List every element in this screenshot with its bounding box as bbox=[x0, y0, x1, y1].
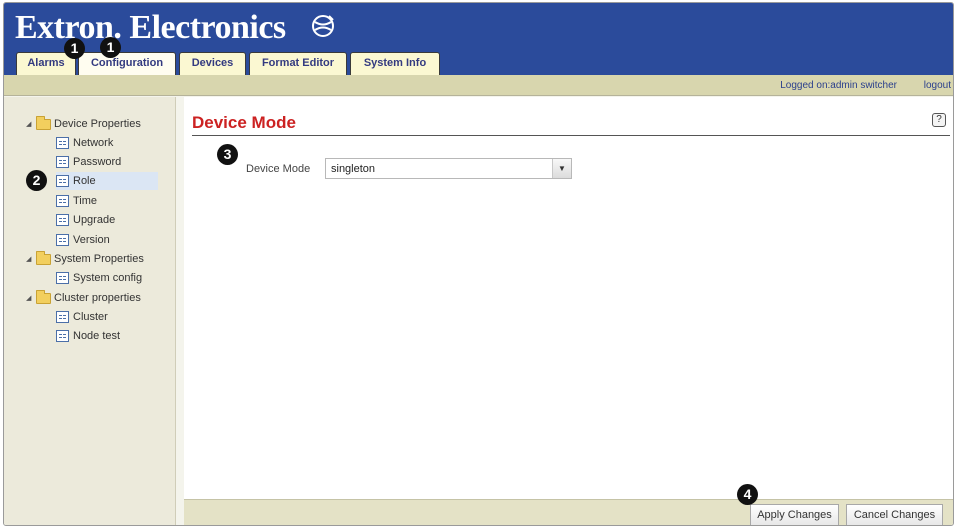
header: Extron. Electronics Alarms Configuration… bbox=[4, 3, 953, 75]
tree-item-label: Network bbox=[73, 137, 114, 149]
tree-item-label: Password bbox=[73, 156, 122, 168]
logout-link[interactable]: logout bbox=[924, 80, 951, 91]
status-bar: Logged on:admin switcher logout bbox=[4, 75, 953, 96]
help-icon[interactable]: ? bbox=[932, 113, 946, 127]
tree-item-network[interactable]: Network bbox=[56, 134, 113, 152]
tree-item-role[interactable]: Role bbox=[56, 172, 158, 190]
expand-arrow-icon[interactable]: ◢ bbox=[26, 120, 34, 128]
sidebar-tree: ◢ Device Properties Network Password Rol… bbox=[4, 97, 176, 525]
tree-item-label: Node test bbox=[73, 330, 121, 342]
tree-group-label: Device Properties bbox=[54, 118, 141, 130]
callout-badge-2: 2 bbox=[26, 170, 47, 191]
tree-item-label: Cluster bbox=[73, 311, 108, 323]
tab-devices[interactable]: Devices bbox=[179, 52, 246, 75]
tree-item-upgrade[interactable]: Upgrade bbox=[56, 211, 115, 229]
page-icon bbox=[56, 195, 69, 207]
page-icon bbox=[56, 234, 69, 246]
folder-icon bbox=[36, 250, 51, 265]
page-icon bbox=[56, 214, 69, 226]
page-icon bbox=[56, 137, 69, 149]
callout-badge-3: 3 bbox=[217, 144, 238, 165]
login-status: Logged on:admin switcher bbox=[780, 80, 897, 91]
tree-item-system-config[interactable]: System config bbox=[56, 269, 142, 287]
expand-arrow-icon[interactable]: ◢ bbox=[26, 255, 34, 263]
callout-badge-1b: 1 bbox=[100, 37, 121, 58]
page-title: Device Mode bbox=[192, 113, 296, 132]
device-mode-value: singleton bbox=[331, 163, 376, 175]
page-icon bbox=[56, 311, 69, 323]
title-divider bbox=[192, 135, 950, 136]
tree-item-node-test[interactable]: Node test bbox=[56, 327, 120, 345]
tree-item-label: System config bbox=[73, 272, 143, 284]
tab-configuration[interactable]: Configuration bbox=[78, 52, 176, 75]
tree-item-time[interactable]: Time bbox=[56, 192, 97, 210]
content-panel: Device Mode ? Device Mode singleton ▼ bbox=[184, 97, 953, 500]
folder-icon bbox=[36, 115, 51, 130]
tree-item-version[interactable]: Version bbox=[56, 231, 110, 249]
chevron-down-icon[interactable]: ▼ bbox=[552, 159, 571, 178]
tree-item-label: Role bbox=[73, 175, 96, 187]
tree-item-label: Upgrade bbox=[73, 214, 116, 226]
cancel-changes-button[interactable]: Cancel Changes bbox=[846, 504, 943, 525]
brand-logo: Extron. Electronics bbox=[15, 9, 286, 46]
page-icon bbox=[56, 156, 69, 168]
tree-group-label: System Properties bbox=[54, 253, 144, 265]
app-window: Extron. Electronics Alarms Configuration… bbox=[3, 2, 954, 526]
tree-group-label: Cluster properties bbox=[54, 292, 141, 304]
globe-icon bbox=[312, 15, 334, 37]
tab-format-editor[interactable]: Format Editor bbox=[249, 52, 347, 75]
page-icon bbox=[56, 330, 69, 342]
expand-arrow-icon[interactable]: ◢ bbox=[26, 294, 34, 302]
callout-badge-4: 4 bbox=[737, 484, 758, 505]
tree-item-cluster[interactable]: Cluster bbox=[56, 308, 108, 326]
tree-item-label: Time bbox=[73, 195, 98, 207]
device-mode-select[interactable]: singleton ▼ bbox=[325, 158, 572, 179]
tree-group-device-properties[interactable]: ◢ Device Properties bbox=[26, 115, 141, 133]
apply-changes-button[interactable]: Apply Changes bbox=[750, 504, 839, 525]
tree-item-password[interactable]: Password bbox=[56, 153, 121, 171]
tree-item-label: Version bbox=[73, 234, 110, 246]
page-icon bbox=[56, 175, 69, 187]
tab-system-info[interactable]: System Info bbox=[350, 52, 440, 75]
tree-group-system-properties[interactable]: ◢ System Properties bbox=[26, 250, 144, 268]
tree-group-cluster-properties[interactable]: ◢ Cluster properties bbox=[26, 289, 141, 307]
device-mode-label: Device Mode bbox=[246, 163, 311, 175]
page-icon bbox=[56, 272, 69, 284]
folder-icon bbox=[36, 289, 51, 304]
callout-badge-1: 1 bbox=[64, 38, 85, 59]
action-bar: Apply Changes Cancel Changes bbox=[184, 499, 953, 525]
